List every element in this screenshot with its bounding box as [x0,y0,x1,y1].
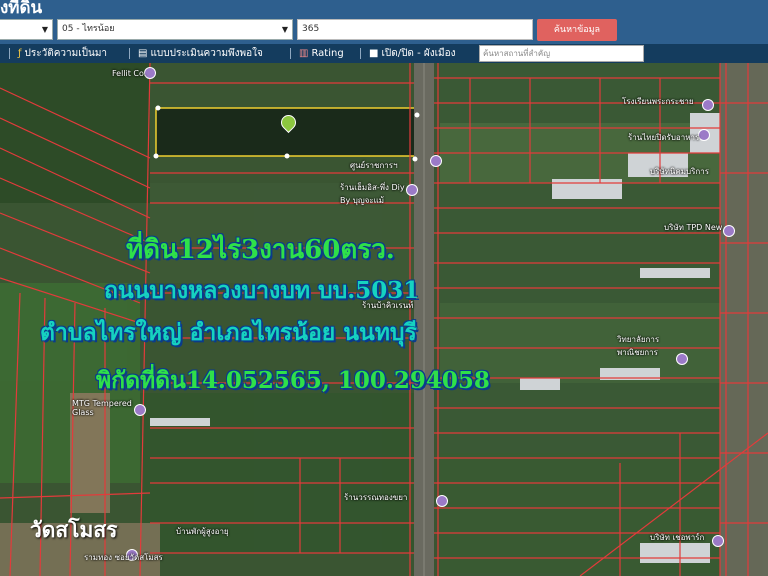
poi-label: บ้านพักผู้สูงอายุ [176,527,229,536]
poi-pin-icon[interactable] [134,404,146,416]
toolbar-divider [360,48,361,59]
overlay-location-text: ตำบลไทรใหญ่ อำเภอไทรน้อย นนทบุรี [40,319,417,346]
toolbar-item-label: เปิด/ปิด - ผังเมือง [381,48,456,59]
toolbar-item-survey[interactable]: ▤ แบบประเมินความพึงพอใจ [138,44,263,63]
search-button[interactable]: ค้นหาข้อมูล [537,19,617,41]
overlay-area-text: ที่ดิน12ไร่3งาน60ตรว. [126,235,395,265]
poi-label: บริษัทนิคมบริการ [650,167,710,176]
toolbar-item-label: Rating [311,48,344,59]
document-icon: ▤ [138,48,148,59]
toolbar: ƒ ประวัติความเป็นมา ▤ แบบประเมินความพึงพอใ… [0,44,768,63]
place-search-input[interactable]: ค้นหาสถานที่สำคัญ [479,45,644,62]
poi-label: ศูนย์ราชการฯ [350,161,398,170]
toolbar-divider [129,48,130,59]
poi-label: บริษัท เชอพาร์ก [650,533,705,542]
poi-pin-icon[interactable] [702,99,714,111]
poi-label: MTG Tempered Glass [72,399,132,417]
toolbar-item-label: ประวัติความเป็นมา [24,48,108,59]
poi-label: โรงเรียนพระกระชาย [622,97,694,106]
poi-label: บริษัท TPD New [664,223,723,232]
overlay-coordinates-text: พิกัดที่ดิน14.052565, 100.294058 [96,367,490,394]
page-title: งที่ดิน [0,0,43,18]
poi-pin-icon[interactable] [723,225,735,237]
top-header: งที่ดิน ▼ 05 - ไทรน้อย ▼ 365 ค้นหาข้อมูล [0,0,768,44]
toolbar-item-label: แบบประเมินความพึงพอใจ [150,48,263,59]
toolbar-item-rating[interactable]: ▥ Rating [299,44,344,63]
toolbar-divider [9,48,10,59]
chevron-down-icon: ▼ [281,25,288,34]
chevron-down-icon: ▼ [41,25,48,34]
poi-label: ร้านไทยปิดรับอาหาร [628,133,700,142]
poi-label: ร้านเฮ็มอิส-พึ่ง Diy By บุญจะแม้ [340,183,405,205]
toolbar-divider [290,48,291,59]
parcel-number-input[interactable]: 365 [297,19,533,40]
history-icon: ƒ [18,48,22,59]
poi-pin-icon[interactable] [712,535,724,547]
poi-pin-icon[interactable] [436,495,448,507]
poi-label: รามทอง ซอยวัดสโมสร [84,553,163,562]
overlay-road-text: ถนนบางหลวงบางบท บบ.5031 [104,277,420,304]
poi-pin-icon[interactable] [430,155,442,167]
checkbox-icon: ■ [369,48,379,59]
satellite-map[interactable]: Fellit Co. โรงเรียนพระกระชาย ร้านไทยปิดร… [0,63,768,576]
subdistrict-select-value: 05 - ไทรน้อย [62,24,115,34]
subdistrict-select[interactable]: 05 - ไทรน้อย ▼ [57,19,293,40]
toolbar-item-city-plan-toggle[interactable]: ■ เปิด/ปิด - ผังเมือง [369,44,456,63]
poi-label: ร้านวรรณทองขยา [344,493,408,502]
toolbar-item-history[interactable]: ƒ ประวัติความเป็นมา [18,44,107,63]
district-select[interactable]: ▼ [0,19,53,40]
temple-label: วัดสโมสร [30,518,118,542]
poi-label: Fellit Co. [112,69,147,78]
poi-pin-icon[interactable] [698,129,710,141]
chart-icon: ▥ [299,48,309,59]
poi-label: วิทยาลัยการพาณิชยการ [617,335,660,357]
